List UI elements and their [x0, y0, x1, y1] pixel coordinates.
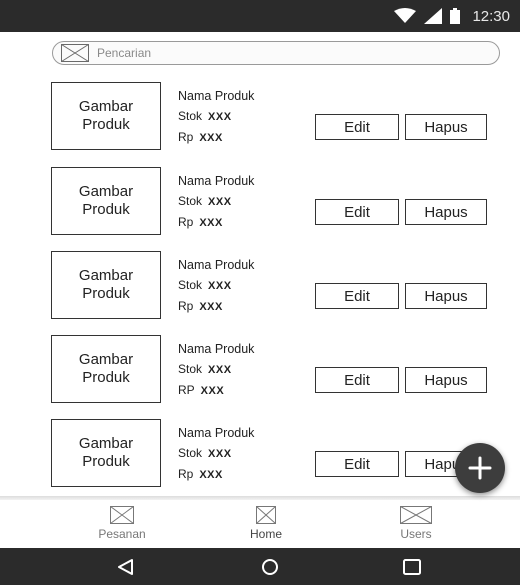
product-price: Rp XXX: [178, 296, 254, 317]
product-info: Nama Produk Stok XXX RP XXX: [178, 339, 254, 401]
placeholder-image-icon: [61, 44, 89, 62]
stock-value: XXX: [208, 364, 232, 376]
nav-item-home[interactable]: Home: [216, 506, 316, 543]
delete-button[interactable]: Hapus: [405, 283, 487, 309]
product-price: Rp XXX: [178, 464, 254, 485]
edit-button[interactable]: Edit: [315, 199, 399, 225]
delete-button[interactable]: Hapus: [405, 367, 487, 393]
system-nav-bar: [0, 548, 520, 585]
battery-icon: [450, 8, 461, 24]
product-stock: Stok XXX: [178, 275, 254, 296]
edit-button[interactable]: Edit: [315, 283, 399, 309]
search-field[interactable]: [52, 41, 500, 65]
stock-label: Stok: [178, 362, 203, 376]
product-image-placeholder: Gambar Produk: [51, 82, 161, 150]
price-value: XXX: [200, 385, 225, 397]
delete-button[interactable]: Hapus: [405, 199, 487, 225]
status-bar: 12:30: [0, 0, 520, 32]
product-row: Gambar Produk Nama Produk Stok XXX Rp XXX …: [0, 80, 520, 150]
product-row: Gambar Produk Nama Produk Stok XXX Rp XXX …: [0, 417, 520, 487]
product-price: Rp XXX: [178, 212, 254, 233]
price-label: Rp: [178, 467, 194, 481]
product-image-label: Gambar Produk: [78, 435, 134, 470]
product-stock: Stok XXX: [178, 359, 254, 380]
product-name: Nama Produk: [178, 342, 255, 356]
product-price: RP XXX: [178, 380, 254, 401]
back-triangle-icon[interactable]: [114, 557, 138, 577]
delete-button[interactable]: Hapus: [405, 114, 487, 140]
stock-label: Stok: [178, 278, 203, 292]
product-image-placeholder: Gambar Produk: [51, 335, 161, 403]
product-name: Nama Produk: [178, 89, 255, 103]
edit-button[interactable]: Edit: [315, 367, 399, 393]
product-image-label: Gambar Produk: [78, 267, 134, 302]
nav-label-home: Home: [249, 527, 282, 541]
price-label: Rp: [178, 130, 194, 144]
product-stock: Stok XXX: [178, 443, 254, 464]
placeholder-image-icon: [256, 506, 276, 524]
product-stock: Stok XXX: [178, 106, 254, 127]
price-label: Rp: [178, 299, 194, 313]
product-image-label: Gambar Produk: [78, 351, 134, 386]
stock-value: XXX: [208, 280, 232, 292]
stock-value: XXX: [208, 196, 232, 208]
nav-label-pesanan: Pesanan: [98, 527, 146, 541]
price-value: XXX: [199, 217, 223, 229]
price-value: XXX: [199, 301, 223, 313]
product-image-label: Gambar Produk: [78, 98, 134, 133]
product-price: Rp XXX: [178, 127, 254, 148]
product-image-label: Gambar Produk: [78, 183, 134, 218]
product-stock: Stok XXX: [178, 191, 254, 212]
edit-button[interactable]: Edit: [315, 451, 399, 477]
product-image-placeholder: Gambar Produk: [51, 419, 161, 487]
stock-label: Stok: [178, 446, 203, 460]
edit-button[interactable]: Edit: [315, 114, 399, 140]
signal-icon: [424, 8, 443, 24]
product-info: Nama Produk Stok XXX Rp XXX: [178, 86, 254, 148]
product-info: Nama Produk Stok XXX Rp XXX: [178, 255, 254, 317]
product-info: Nama Produk Stok XXX Rp XXX: [178, 423, 254, 485]
plus-icon: [468, 456, 492, 480]
price-value: XXX: [199, 469, 223, 481]
add-product-fab[interactable]: [455, 443, 505, 493]
placeholder-image-icon: [110, 506, 134, 524]
stock-value: XXX: [208, 448, 232, 460]
product-row: Gambar Produk Nama Produk Stok XXX RP XXX …: [0, 333, 520, 403]
price-label: RP: [178, 383, 195, 397]
price-label: Rp: [178, 215, 194, 229]
recents-square-icon[interactable]: [400, 557, 424, 577]
price-value: XXX: [199, 132, 223, 144]
product-row: Gambar Produk Nama Produk Stok XXX Rp XXX …: [0, 249, 520, 319]
nav-item-pesanan[interactable]: Pesanan: [72, 506, 172, 543]
bottom-nav: Pesanan Home Users: [0, 500, 520, 548]
product-info: Nama Produk Stok XXX Rp XXX: [178, 171, 254, 233]
nav-item-users[interactable]: Users: [366, 506, 466, 543]
stock-value: XXX: [208, 111, 232, 123]
product-image-placeholder: Gambar Produk: [51, 167, 161, 235]
stock-label: Stok: [178, 109, 203, 123]
nav-label-users: Users: [400, 527, 432, 541]
home-circle-icon[interactable]: [258, 557, 282, 577]
product-row: Gambar Produk Nama Produk Stok XXX Rp XXX …: [0, 165, 520, 235]
wifi-icon: [394, 8, 417, 23]
product-name: Nama Produk: [178, 174, 255, 188]
product-name: Nama Produk: [178, 258, 255, 272]
product-name: Nama Produk: [178, 426, 255, 440]
product-image-placeholder: Gambar Produk: [51, 251, 161, 319]
placeholder-image-icon: [400, 506, 432, 524]
stock-label: Stok: [178, 194, 203, 208]
search-input[interactable]: [97, 46, 477, 60]
status-time: 12:30: [472, 7, 510, 25]
